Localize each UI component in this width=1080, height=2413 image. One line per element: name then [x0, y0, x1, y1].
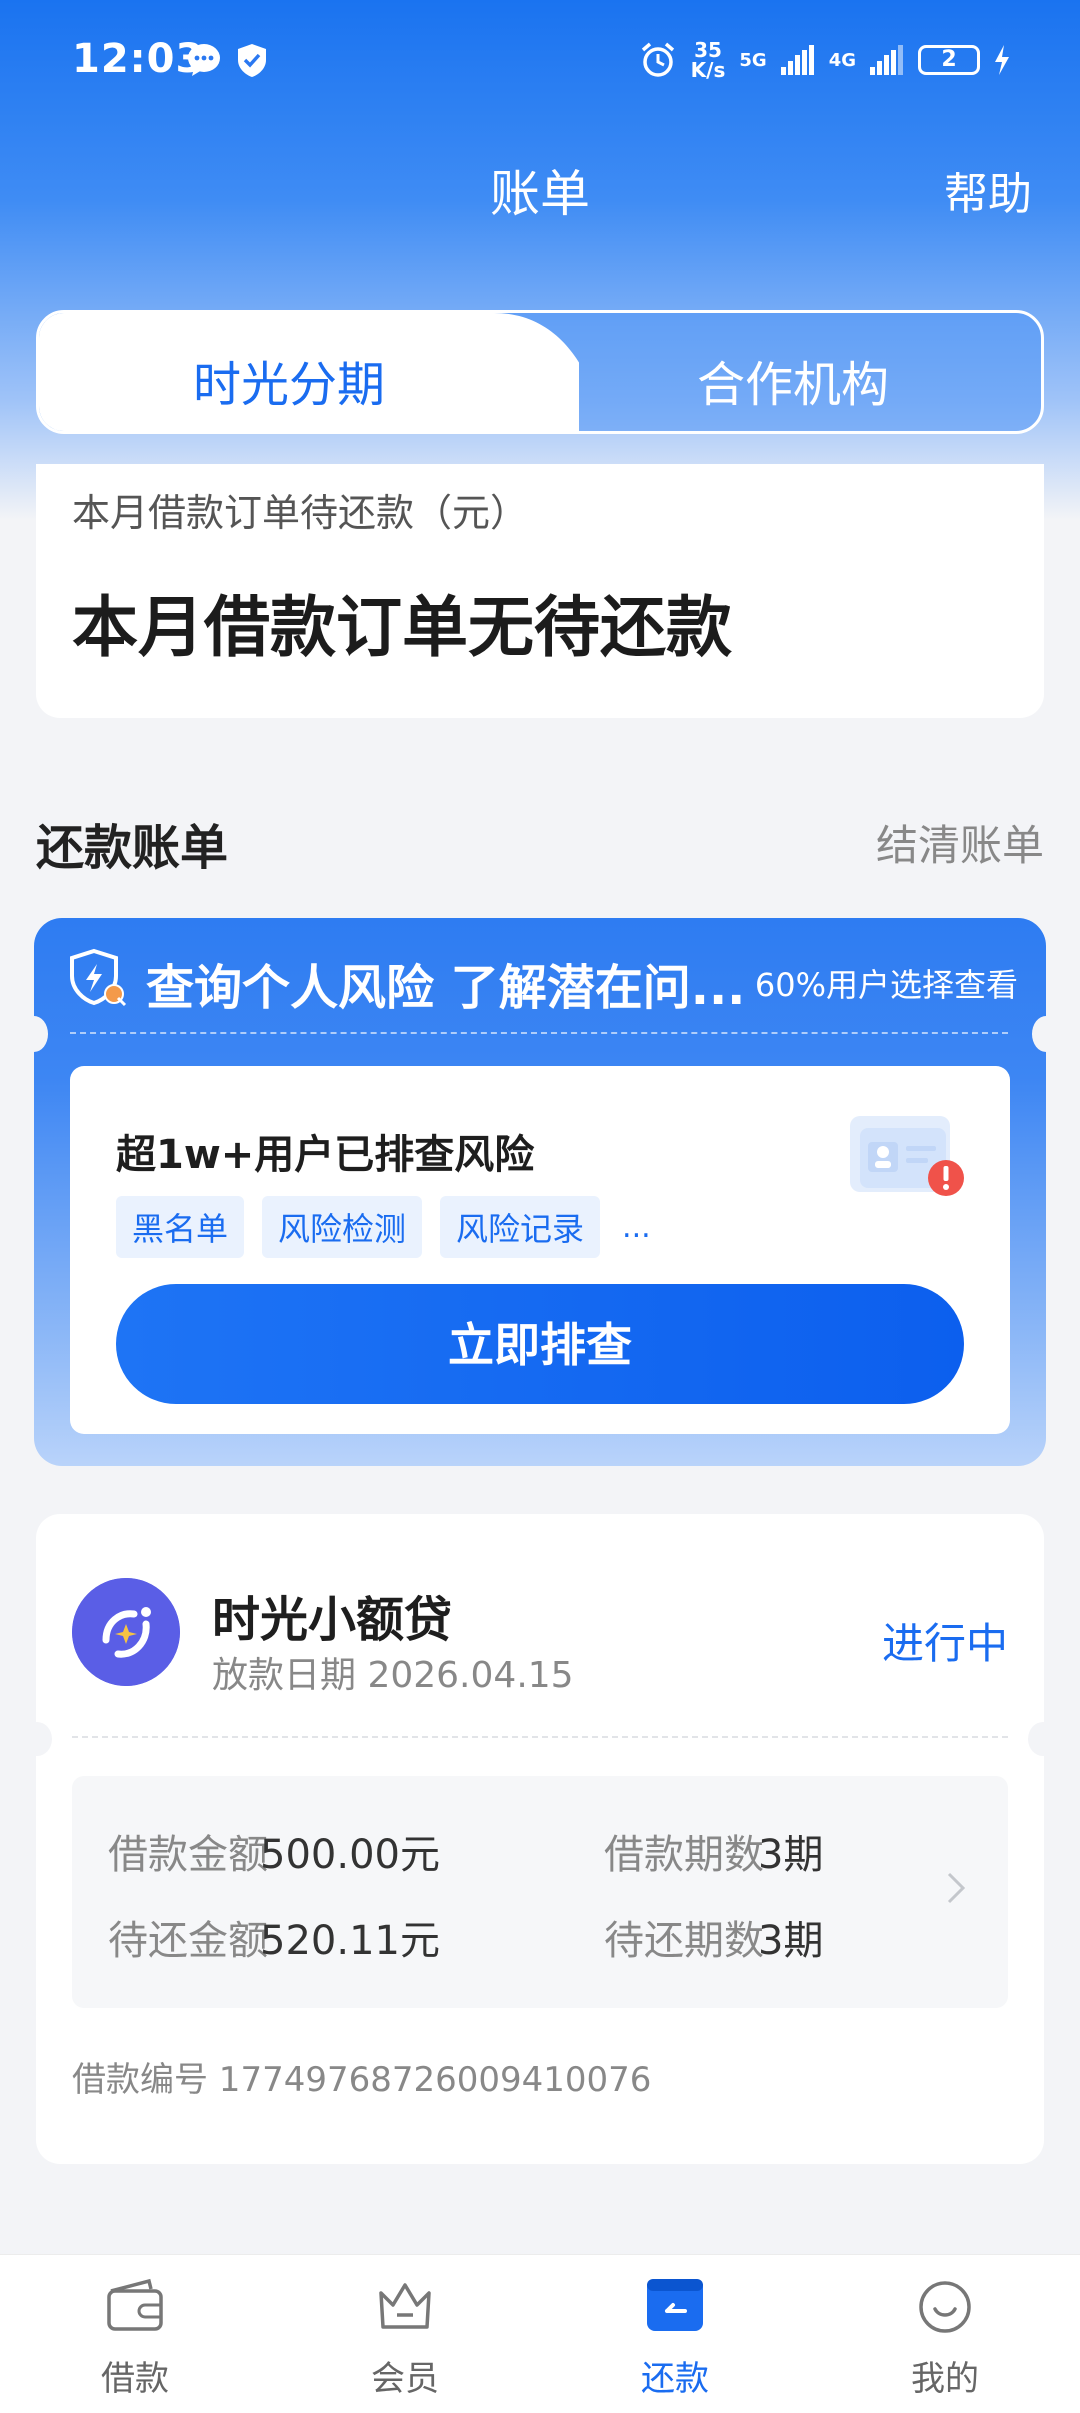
settled-bills-link[interactable]: 结清账单 — [876, 812, 1044, 873]
risk-card-percent: 60%用户选择查看 — [754, 966, 1018, 1004]
battery-indicator: 2 — [918, 45, 980, 75]
nav-item-borrow[interactable]: 借款 — [0, 2255, 270, 2413]
tag-risk-records: 风险记录 — [440, 1196, 601, 1258]
nav-label-member: 会员 — [371, 2359, 439, 2399]
network-4g: 4G — [828, 49, 856, 71]
loan-divider — [72, 1736, 1008, 1738]
due-periods-label: 待还期数 — [604, 1918, 764, 1964]
network-speed: 35 K/s — [690, 38, 726, 82]
signal-icon — [780, 45, 814, 75]
tag-risk-detection: 风险检测 — [262, 1196, 423, 1258]
monthly-summary-card: 本月借款订单待还款（元） 本月借款订单无待还款 — [36, 464, 1044, 718]
risk-shield-icon — [70, 948, 127, 1007]
shiguang-logo-icon — [72, 1578, 180, 1686]
tags-more: ... — [622, 1209, 651, 1245]
status-right: 35 K/s 5G 4G 2 — [639, 40, 1010, 80]
charging-icon — [995, 45, 1009, 75]
network-5g: 5G — [739, 49, 767, 71]
nav-item-mine[interactable]: 我的 — [810, 2255, 1080, 2413]
help-button[interactable]: 帮助 — [944, 158, 1032, 222]
amount-value: 500.00元 — [260, 1832, 440, 1878]
shield-check-icon — [238, 44, 266, 77]
summary-main-text: 本月借款订单无待还款 — [72, 589, 732, 666]
nav-label-mine: 我的 — [911, 2359, 979, 2399]
risk-card-divider — [70, 1032, 1008, 1034]
due-amount-label: 待还金额 — [108, 1918, 268, 1964]
periods-value: 3期 — [758, 1832, 824, 1878]
loan-notch-left — [22, 1722, 52, 1756]
status-bar: 12:03 35 K/s 5G 4G 2 — [0, 0, 1080, 120]
loan-card[interactable]: 时光小额贷 放款日期 2026.04.15 进行中 借款金额 500.00元 借… — [36, 1514, 1044, 2164]
risk-tags: 黑名单 风险检测 风险记录 ... — [116, 1196, 651, 1258]
loan-product-name: 时光小额贷 — [212, 1592, 453, 1648]
risk-inner-title: 超1w+用户已排查风险 — [116, 1132, 535, 1178]
smile-icon — [919, 2281, 971, 2333]
bottom-navigation: 借款 会员 还款 我的 — [0, 2254, 1080, 2413]
tab-shiguang-fenqi[interactable]: 时光分期 — [39, 345, 539, 415]
risk-card-title: 查询个人风险 了解潜在问... — [146, 960, 746, 1016]
loan-number: 借款编号 17749768726009410076 — [72, 2060, 652, 2100]
repay-icon — [647, 2279, 703, 2331]
tab-bar: 时光分期 合作机构 — [36, 310, 1044, 434]
tag-blacklist: 黑名单 — [116, 1196, 245, 1258]
nav-item-member[interactable]: 会员 — [270, 2255, 540, 2413]
summary-subtitle: 本月借款订单待还款（元） — [72, 491, 529, 535]
alarm-icon — [641, 42, 674, 77]
card-notch-right — [1032, 1016, 1060, 1052]
chevron-right-icon[interactable] — [944, 1868, 968, 1908]
loan-detail-panel[interactable]: 借款金额 500.00元 借款期数 3期 待还金额 520.11元 待还期数 3… — [72, 1776, 1008, 2008]
loan-date: 放款日期 2026.04.15 — [212, 1655, 574, 1696]
due-amount-value: 520.11元 — [260, 1918, 440, 1964]
nav-label-borrow: 借款 — [101, 2359, 169, 2399]
due-periods-value: 3期 — [758, 1918, 824, 1964]
card-notch-left — [20, 1016, 48, 1052]
amount-label: 借款金额 — [108, 1832, 268, 1878]
check-now-button[interactable]: 立即排查 — [116, 1284, 964, 1404]
periods-label: 借款期数 — [604, 1832, 764, 1878]
status-time: 12:03 — [72, 36, 205, 82]
signal-icon-2 — [870, 45, 903, 75]
wallet-icon — [107, 2278, 163, 2331]
nav-item-repay[interactable]: 还款 — [540, 2255, 810, 2413]
id-card-warning-icon — [850, 1116, 964, 1196]
nav-label-repay: 还款 — [641, 2359, 709, 2399]
message-icon — [188, 44, 220, 76]
page-title: 账单 — [490, 165, 590, 223]
loan-status-badge: 进行中 — [881, 1619, 1008, 1668]
tab-partner-institutions[interactable]: 合作机构 — [539, 345, 1041, 415]
risk-inner-panel: 超1w+用户已排查风险 黑名单 风险检测 风险记录 ... 立即排查 — [70, 1066, 1010, 1434]
section-title: 还款账单 — [36, 820, 229, 876]
crown-icon — [379, 2283, 431, 2329]
loan-notch-right — [1028, 1722, 1058, 1756]
